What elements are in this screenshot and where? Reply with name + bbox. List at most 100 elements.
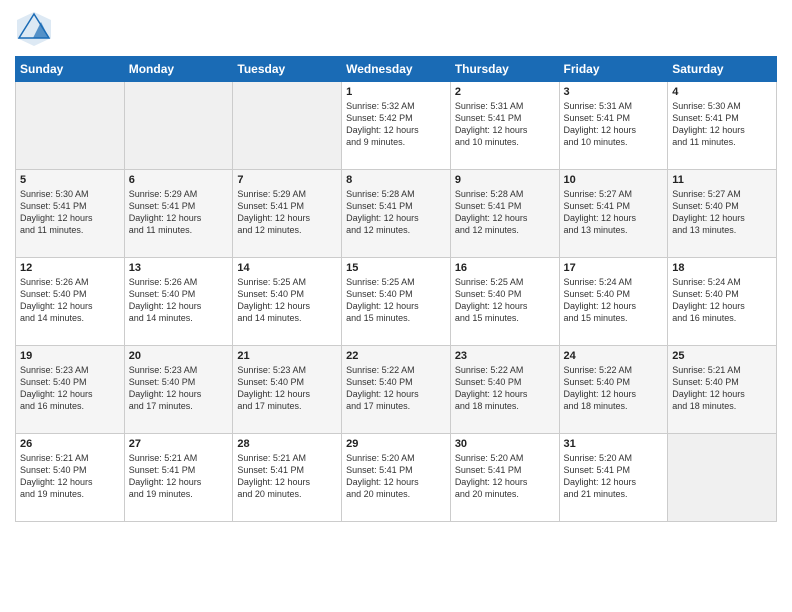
day-detail: Sunrise: 5:22 AM Sunset: 5:40 PM Dayligh… <box>455 364 555 413</box>
day-number: 4 <box>672 86 772 98</box>
day-number: 21 <box>237 350 337 362</box>
day-detail: Sunrise: 5:23 AM Sunset: 5:40 PM Dayligh… <box>20 364 120 413</box>
day-detail: Sunrise: 5:28 AM Sunset: 5:41 PM Dayligh… <box>455 188 555 237</box>
day-detail: Sunrise: 5:21 AM Sunset: 5:40 PM Dayligh… <box>672 364 772 413</box>
logo-icon <box>15 10 53 48</box>
day-number: 22 <box>346 350 446 362</box>
header-saturday: Saturday <box>668 57 777 82</box>
day-detail: Sunrise: 5:27 AM Sunset: 5:41 PM Dayligh… <box>564 188 664 237</box>
day-detail: Sunrise: 5:29 AM Sunset: 5:41 PM Dayligh… <box>237 188 337 237</box>
day-detail: Sunrise: 5:24 AM Sunset: 5:40 PM Dayligh… <box>672 276 772 325</box>
day-detail: Sunrise: 5:31 AM Sunset: 5:41 PM Dayligh… <box>455 100 555 149</box>
day-number: 15 <box>346 262 446 274</box>
day-detail: Sunrise: 5:23 AM Sunset: 5:40 PM Dayligh… <box>237 364 337 413</box>
day-cell: 2 Sunrise: 5:31 AM Sunset: 5:41 PM Daylig… <box>450 82 559 170</box>
day-detail: Sunrise: 5:20 AM Sunset: 5:41 PM Dayligh… <box>346 452 446 501</box>
day-number: 2 <box>455 86 555 98</box>
day-cell: 25 Sunrise: 5:21 AM Sunset: 5:40 PM Dayli… <box>668 346 777 434</box>
day-detail: Sunrise: 5:21 AM Sunset: 5:41 PM Dayligh… <box>129 452 229 501</box>
day-cell: 10 Sunrise: 5:27 AM Sunset: 5:41 PM Dayli… <box>559 170 668 258</box>
day-number: 31 <box>564 438 664 450</box>
day-cell: 30 Sunrise: 5:20 AM Sunset: 5:41 PM Dayli… <box>450 434 559 522</box>
week-row-2: 5 Sunrise: 5:30 AM Sunset: 5:41 PM Daylig… <box>16 170 777 258</box>
day-detail: Sunrise: 5:30 AM Sunset: 5:41 PM Dayligh… <box>20 188 120 237</box>
day-detail: Sunrise: 5:31 AM Sunset: 5:41 PM Dayligh… <box>564 100 664 149</box>
day-number: 24 <box>564 350 664 362</box>
day-detail: Sunrise: 5:32 AM Sunset: 5:42 PM Dayligh… <box>346 100 446 149</box>
day-number: 25 <box>672 350 772 362</box>
day-detail: Sunrise: 5:23 AM Sunset: 5:40 PM Dayligh… <box>129 364 229 413</box>
day-cell: 28Sunrise: 5:21 AM Sunset: 5:41 PM Dayli… <box>233 434 342 522</box>
day-number: 23 <box>455 350 555 362</box>
day-detail: Sunrise: 5:29 AM Sunset: 5:41 PM Dayligh… <box>129 188 229 237</box>
day-detail: Sunrise: 5:25 AM Sunset: 5:40 PM Dayligh… <box>455 276 555 325</box>
day-cell: 31 Sunrise: 5:20 AM Sunset: 5:41 PM Dayli… <box>559 434 668 522</box>
day-cell: 13 Sunrise: 5:26 AM Sunset: 5:40 PM Dayli… <box>124 258 233 346</box>
day-cell: 1Sunrise: 5:32 AM Sunset: 5:42 PM Daylig… <box>342 82 451 170</box>
day-detail: Sunrise: 5:22 AM Sunset: 5:40 PM Dayligh… <box>346 364 446 413</box>
week-row-3: 12 Sunrise: 5:26 AM Sunset: 5:40 PM Dayli… <box>16 258 777 346</box>
day-cell: 23 Sunrise: 5:22 AM Sunset: 5:40 PM Dayli… <box>450 346 559 434</box>
day-cell: 21 Sunrise: 5:23 AM Sunset: 5:40 PM Dayli… <box>233 346 342 434</box>
day-cell: 27Sunrise: 5:21 AM Sunset: 5:41 PM Dayli… <box>124 434 233 522</box>
day-number: 20 <box>129 350 229 362</box>
week-row-4: 19Sunrise: 5:23 AM Sunset: 5:40 PM Dayli… <box>16 346 777 434</box>
week-row-5: 26 Sunrise: 5:21 AM Sunset: 5:40 PM Dayli… <box>16 434 777 522</box>
day-detail: Sunrise: 5:22 AM Sunset: 5:40 PM Dayligh… <box>564 364 664 413</box>
day-cell: 11 Sunrise: 5:27 AM Sunset: 5:40 PM Dayli… <box>668 170 777 258</box>
day-detail: Sunrise: 5:26 AM Sunset: 5:40 PM Dayligh… <box>20 276 120 325</box>
header <box>15 10 777 48</box>
day-number: 5 <box>20 174 120 186</box>
day-cell: 6Sunrise: 5:29 AM Sunset: 5:41 PM Daylig… <box>124 170 233 258</box>
day-cell <box>233 82 342 170</box>
day-number: 26 <box>20 438 120 450</box>
day-cell: 24 Sunrise: 5:22 AM Sunset: 5:40 PM Dayli… <box>559 346 668 434</box>
day-number: 18 <box>672 262 772 274</box>
day-detail: Sunrise: 5:24 AM Sunset: 5:40 PM Dayligh… <box>564 276 664 325</box>
day-cell <box>16 82 125 170</box>
header-tuesday: Tuesday <box>233 57 342 82</box>
logo <box>15 10 57 48</box>
header-sunday: Sunday <box>16 57 125 82</box>
day-cell: 22 Sunrise: 5:22 AM Sunset: 5:40 PM Dayli… <box>342 346 451 434</box>
day-cell: 12 Sunrise: 5:26 AM Sunset: 5:40 PM Dayli… <box>16 258 125 346</box>
day-detail: Sunrise: 5:30 AM Sunset: 5:41 PM Dayligh… <box>672 100 772 149</box>
header-monday: Monday <box>124 57 233 82</box>
calendar-body: 1Sunrise: 5:32 AM Sunset: 5:42 PM Daylig… <box>16 82 777 522</box>
header-thursday: Thursday <box>450 57 559 82</box>
day-detail: Sunrise: 5:25 AM Sunset: 5:40 PM Dayligh… <box>237 276 337 325</box>
day-number: 10 <box>564 174 664 186</box>
day-detail: Sunrise: 5:26 AM Sunset: 5:40 PM Dayligh… <box>129 276 229 325</box>
day-detail: Sunrise: 5:21 AM Sunset: 5:40 PM Dayligh… <box>20 452 120 501</box>
day-number: 12 <box>20 262 120 274</box>
header-wednesday: Wednesday <box>342 57 451 82</box>
day-cell: 8Sunrise: 5:28 AM Sunset: 5:41 PM Daylig… <box>342 170 451 258</box>
day-cell <box>668 434 777 522</box>
day-cell: 4 Sunrise: 5:30 AM Sunset: 5:41 PM Daylig… <box>668 82 777 170</box>
day-number: 14 <box>237 262 337 274</box>
day-number: 30 <box>455 438 555 450</box>
day-detail: Sunrise: 5:25 AM Sunset: 5:40 PM Dayligh… <box>346 276 446 325</box>
calendar-header: Sunday Monday Tuesday Wednesday Thursday… <box>16 57 777 82</box>
day-number: 3 <box>564 86 664 98</box>
day-number: 13 <box>129 262 229 274</box>
day-detail: Sunrise: 5:28 AM Sunset: 5:41 PM Dayligh… <box>346 188 446 237</box>
day-cell: 19Sunrise: 5:23 AM Sunset: 5:40 PM Dayli… <box>16 346 125 434</box>
header-friday: Friday <box>559 57 668 82</box>
day-cell: 29 Sunrise: 5:20 AM Sunset: 5:41 PM Dayli… <box>342 434 451 522</box>
day-cell: 17Sunrise: 5:24 AM Sunset: 5:40 PM Dayli… <box>559 258 668 346</box>
day-number: 29 <box>346 438 446 450</box>
day-detail: Sunrise: 5:20 AM Sunset: 5:41 PM Dayligh… <box>564 452 664 501</box>
header-row: Sunday Monday Tuesday Wednesday Thursday… <box>16 57 777 82</box>
day-detail: Sunrise: 5:20 AM Sunset: 5:41 PM Dayligh… <box>455 452 555 501</box>
day-number: 9 <box>455 174 555 186</box>
day-cell: 26 Sunrise: 5:21 AM Sunset: 5:40 PM Dayli… <box>16 434 125 522</box>
day-cell: 9 Sunrise: 5:28 AM Sunset: 5:41 PM Daylig… <box>450 170 559 258</box>
day-number: 16 <box>455 262 555 274</box>
week-row-1: 1Sunrise: 5:32 AM Sunset: 5:42 PM Daylig… <box>16 82 777 170</box>
day-cell: 18 Sunrise: 5:24 AM Sunset: 5:40 PM Dayli… <box>668 258 777 346</box>
day-cell: 14 Sunrise: 5:25 AM Sunset: 5:40 PM Dayli… <box>233 258 342 346</box>
day-number: 11 <box>672 174 772 186</box>
day-cell: 5 Sunrise: 5:30 AM Sunset: 5:41 PM Daylig… <box>16 170 125 258</box>
day-detail: Sunrise: 5:27 AM Sunset: 5:40 PM Dayligh… <box>672 188 772 237</box>
